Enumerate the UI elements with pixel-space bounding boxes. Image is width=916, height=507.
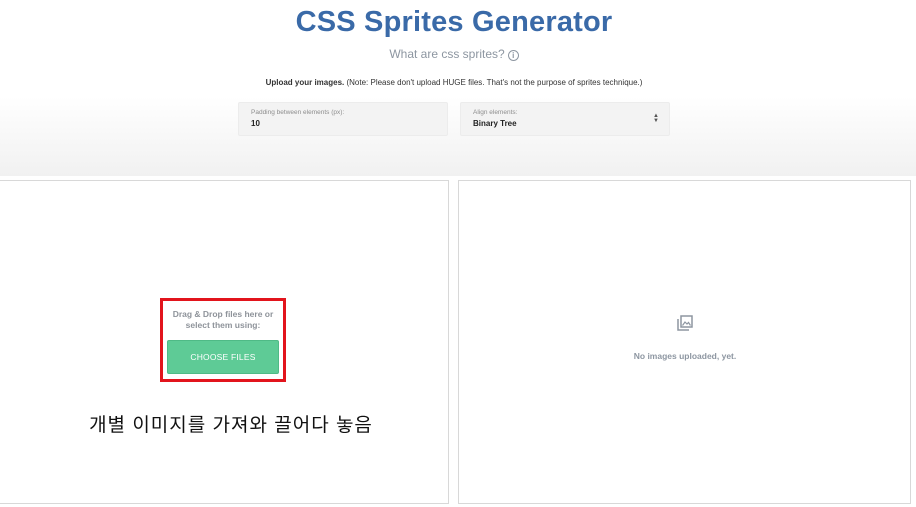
choose-files-button[interactable]: CHOOSE FILES [167, 340, 279, 374]
upload-note-bold: Upload your images. [265, 78, 345, 87]
align-value[interactable]: Binary Tree [473, 119, 657, 128]
padding-label: Padding between elements (px): [251, 109, 345, 116]
dropzone-text: Drag & Drop files here or select them us… [172, 309, 274, 330]
what-are-sprites-label: What are css sprites? [389, 47, 505, 61]
no-images-text: No images uploaded, yet. [633, 351, 737, 361]
annotation-text: 개별 이미지를 가져와 끌어다 놓음 [89, 415, 373, 436]
preview-panel [458, 180, 911, 504]
align-select[interactable]: Align elements: Binary Tree ▲ ▼ [460, 102, 670, 136]
page-title: CSS Sprites Generator [295, 6, 613, 38]
image-gallery-icon [677, 315, 693, 331]
select-arrows-icon[interactable]: ▲ ▼ [653, 113, 659, 124]
upload-note: Upload your images. (Note: Please don't … [0, 78, 908, 87]
padding-value[interactable]: 10 [251, 119, 435, 128]
padding-input[interactable]: Padding between elements (px): 10 [238, 102, 448, 136]
what-are-sprites-link[interactable]: What are css sprites? i [0, 47, 908, 61]
upload-note-text: (Note: Please don't upload HUGE files. T… [344, 78, 643, 87]
info-icon[interactable]: i [507, 50, 519, 61]
align-label: Align elements: [473, 109, 518, 116]
